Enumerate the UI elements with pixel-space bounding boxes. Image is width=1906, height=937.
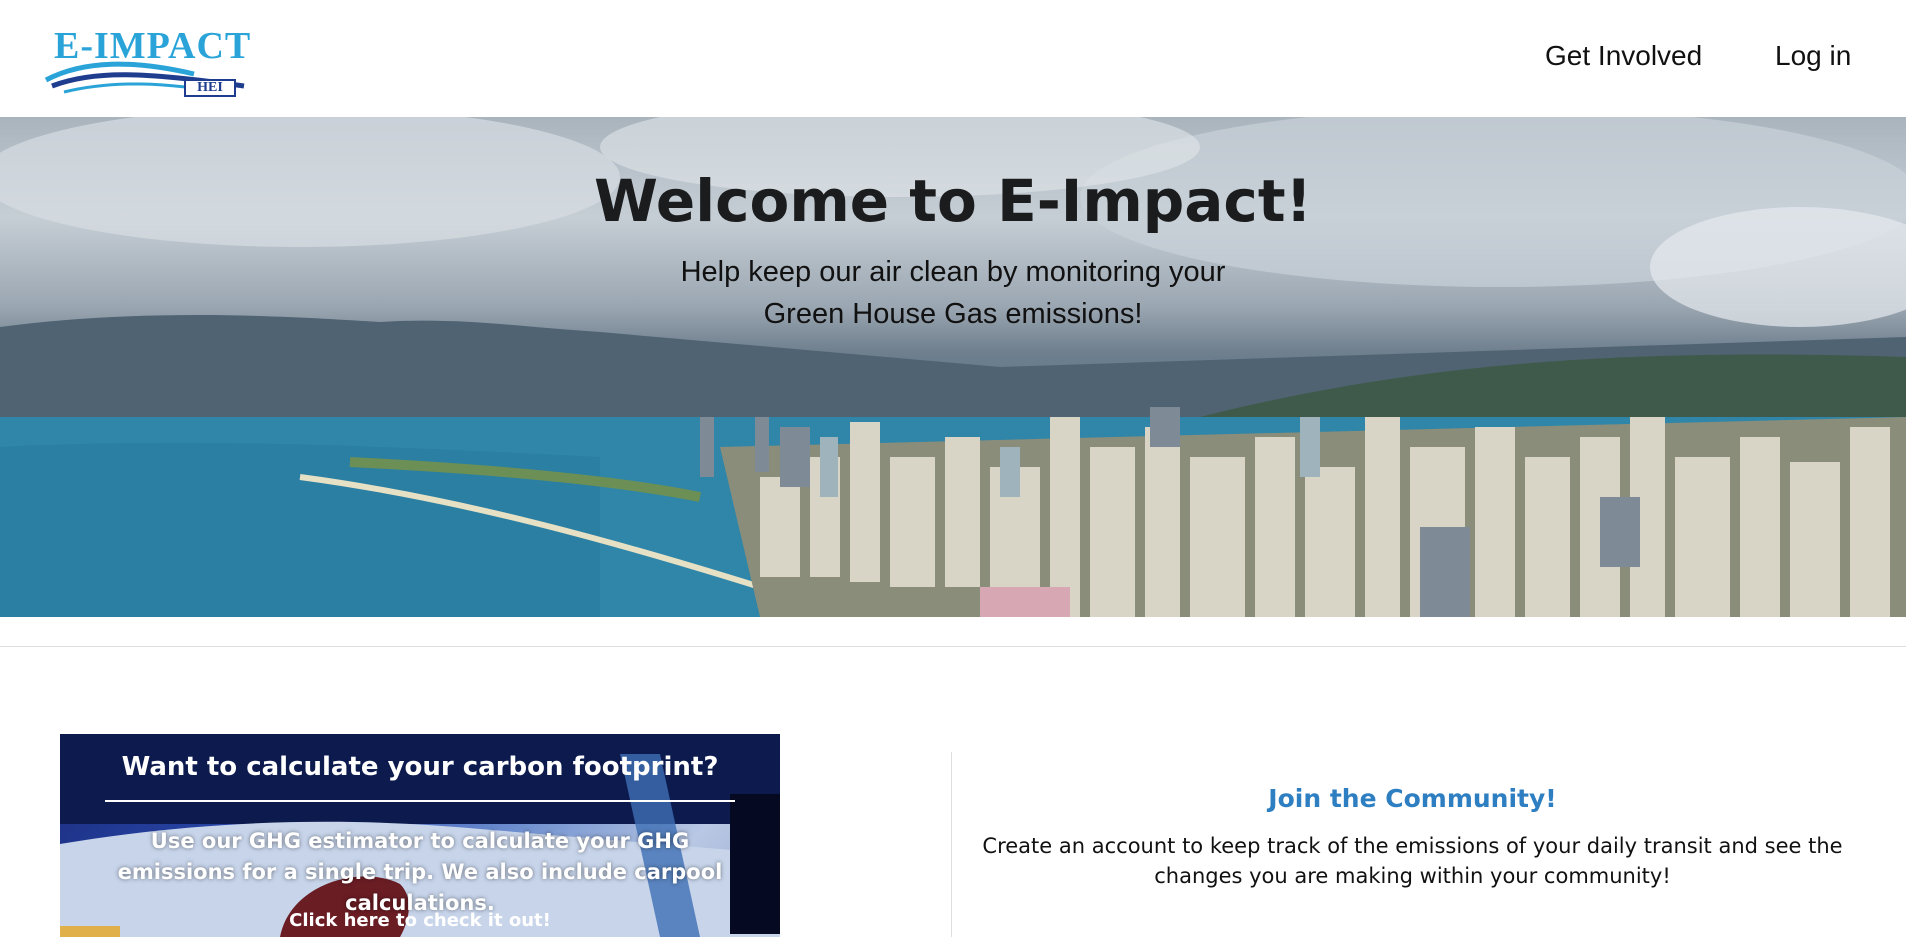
join-community-body: Create an account to keep track of the e… — [982, 834, 1843, 888]
calculator-card-body: Use our GHG estimator to calculate your … — [117, 829, 723, 915]
vertical-divider — [951, 752, 952, 937]
join-community-title[interactable]: Join the Community! — [965, 784, 1860, 813]
hero-banner: Welcome to E-Impact! Help keep our air c… — [0, 117, 1906, 617]
join-community-card: Join the Community! Create an account to… — [965, 770, 1860, 891]
hero-subtitle: Help keep our air clean by monitoring yo… — [680, 256, 1226, 330]
top-navbar: E-IMPACT HEI Get Involved Log in — [0, 0, 1906, 117]
calculator-card-title: Want to calculate your carbon footprint? — [121, 752, 719, 782]
check-it-out-link[interactable]: Click here to check it out! — [60, 910, 780, 931]
nav-get-involved-link[interactable]: Get Involved — [1545, 40, 1702, 72]
section-divider — [0, 646, 1906, 647]
logo-badge: HEI — [184, 79, 236, 97]
carbon-calculator-card[interactable]: Want to calculate your carbon footprint?… — [60, 734, 780, 937]
e-impact-logo[interactable]: E-IMPACT HEI — [44, 24, 254, 100]
nav-login-link[interactable]: Log in — [1775, 40, 1851, 72]
calculator-card-rule — [105, 800, 735, 802]
hero-title: Welcome to E-Impact! — [593, 167, 1312, 235]
